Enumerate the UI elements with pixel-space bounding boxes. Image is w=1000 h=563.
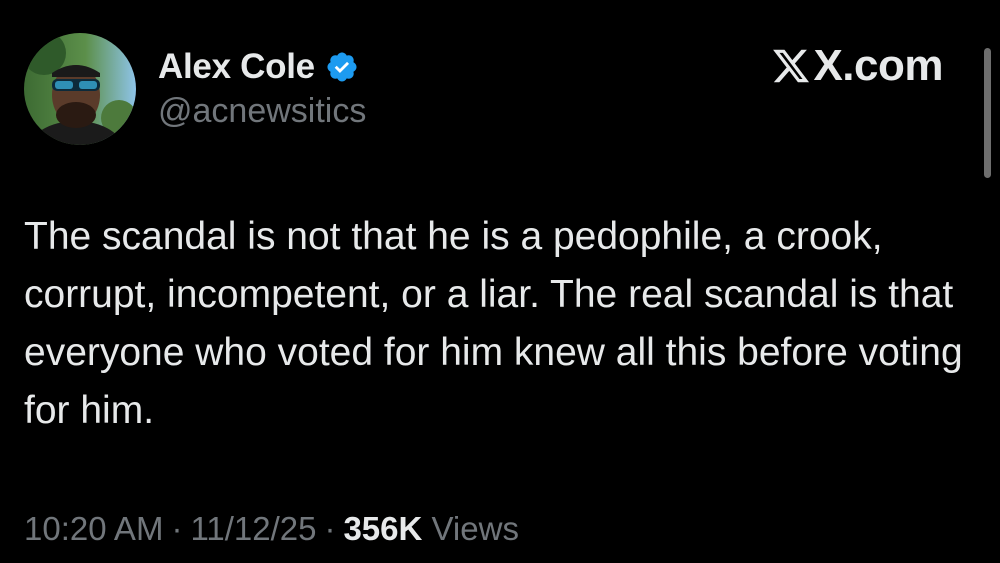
author-name-row: Alex Cole xyxy=(158,44,359,90)
tweet-date[interactable]: 11/12/25 xyxy=(190,510,316,547)
tweet-text: The scandal is not that he is a pedophil… xyxy=(24,215,963,432)
tweet-card: Alex Cole @acnewsitics X.com The scandal… xyxy=(0,0,1000,563)
x-logo-icon xyxy=(771,46,811,86)
tweet-meta: 10:20 AM · 11/12/25 · 356K Views xyxy=(24,510,519,548)
author-display-name[interactable]: Alex Cole xyxy=(158,47,315,87)
x-brand: X.com xyxy=(771,40,943,92)
author-handle[interactable]: @acnewsitics xyxy=(158,92,366,131)
avatar[interactable] xyxy=(24,33,136,145)
views-label: Views xyxy=(431,510,519,547)
scrollbar[interactable] xyxy=(984,48,991,178)
meta-separator: · xyxy=(171,510,183,547)
verified-badge-icon xyxy=(325,50,359,84)
tweet-time[interactable]: 10:20 AM xyxy=(24,510,163,547)
views-count: 356K xyxy=(343,510,423,547)
x-domain-text: X.com xyxy=(813,41,943,90)
avatar-image xyxy=(24,33,136,145)
meta-separator: · xyxy=(324,510,336,547)
